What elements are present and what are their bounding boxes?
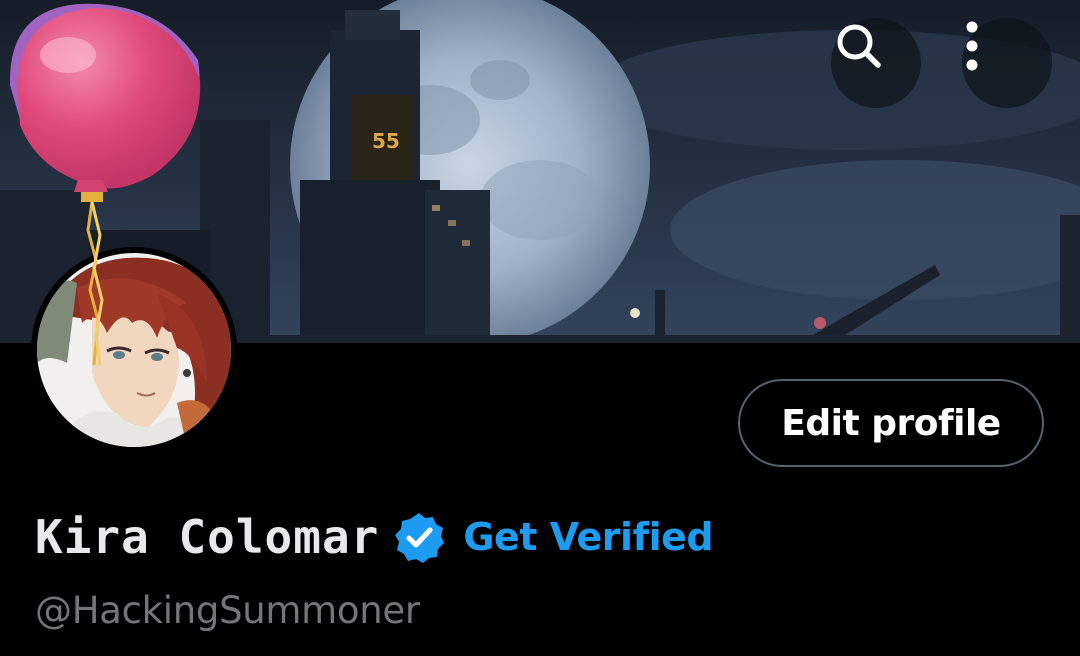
get-verified-link[interactable]: Get Verified bbox=[463, 515, 713, 559]
display-name: Kira Colomar bbox=[35, 510, 380, 564]
anime-avatar bbox=[37, 253, 231, 447]
more-vertical-icon bbox=[966, 21, 978, 71]
edit-profile-button[interactable]: Edit profile bbox=[738, 379, 1044, 467]
tower-sign-text: 55 bbox=[372, 129, 400, 153]
profile-handle: @HackingSummoner bbox=[35, 589, 420, 632]
more-options-button[interactable] bbox=[962, 18, 1052, 108]
search-button[interactable] bbox=[831, 18, 921, 108]
search-icon bbox=[837, 24, 881, 68]
profile-avatar[interactable] bbox=[31, 247, 237, 453]
verified-badge-icon[interactable] bbox=[393, 511, 445, 563]
profile-name-row: Kira Colomar Get Verified bbox=[35, 505, 714, 569]
